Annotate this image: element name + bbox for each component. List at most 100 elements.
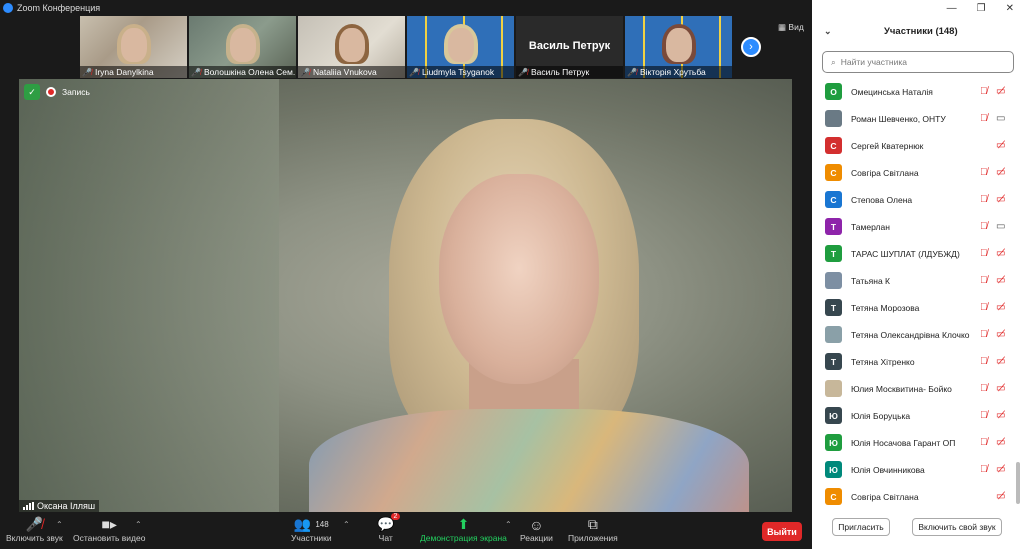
signal-strength-icon	[23, 502, 34, 510]
participant-thumbnail[interactable]: Василь Петрук 🎤̸ Василь Петрук	[516, 16, 623, 78]
video-off-icon: ▭̸	[996, 194, 1006, 205]
participant-row[interactable]: Т Тетяна Хітренко 🎙̸ ▭̸	[812, 348, 1024, 375]
video-off-icon: ▭̸	[996, 329, 1006, 340]
close-icon[interactable]: ✕	[1006, 3, 1014, 14]
video-off-icon: ▭̸	[996, 167, 1006, 178]
participant-row[interactable]: Юлия Москвитина- Бойко 🎙̸ ▭̸	[812, 375, 1024, 402]
participant-row[interactable]: О Омецинська Наталія 🎙̸ ▭̸	[812, 78, 1024, 105]
participant-row[interactable]: С Степова Олена 🎙̸ ▭̸	[812, 186, 1024, 213]
participant-row[interactable]: Тетяна Олександрівна Клочко 🎙̸ ▭̸	[812, 321, 1024, 348]
avatar: Ю	[825, 434, 842, 451]
video-off-icon: ▭̸	[996, 248, 1006, 259]
window-title: Zoom Конференция	[17, 3, 101, 13]
participant-row[interactable]: Татьяна К 🎙̸ ▭̸	[812, 267, 1024, 294]
reactions-button[interactable]: ☺ Реакции	[520, 516, 553, 544]
mic-off-icon: 🎤̸	[25, 516, 44, 532]
participant-name: Татьяна К	[851, 275, 891, 286]
participant-row[interactable]: Ю Юлія Носачова Гарант ОП 🎙̸ ▭̸	[812, 429, 1024, 456]
mic-muted-icon: 🎤̸	[300, 67, 310, 77]
meeting-toolbar: 🎤̸ Включить звук ⌃ ■▸ Остановить видео ⌃…	[0, 513, 812, 549]
avatar: Ю	[825, 461, 842, 478]
security-shield-icon[interactable]: ✓	[24, 84, 40, 100]
participant-name: Совгіра Світлана	[851, 167, 919, 178]
participant-row[interactable]: Ю Юлія Боруцька 🎙̸ ▭̸	[812, 402, 1024, 429]
participants-button[interactable]: 👥 148 Участники	[291, 516, 332, 543]
share-screen-icon: ⬆	[457, 516, 470, 532]
video-options-chevron-icon[interactable]: ⌃	[135, 520, 142, 529]
participant-thumbnail[interactable]: 🎤̸ Iryna Danylkina	[80, 16, 187, 78]
thumbnail-strip: 🎤̸ Iryna Danylkina 🎤̸ Волошкіна Олена Сем.…	[80, 16, 732, 78]
participant-row[interactable]: С Совгіра Світлана 🎙̸ ▭̸	[812, 159, 1024, 186]
chat-button[interactable]: 💬 2 Чат	[377, 513, 401, 543]
chat-unread-badge: 2	[390, 513, 401, 520]
mic-muted-icon: 🎙̸	[980, 221, 988, 232]
participant-row[interactable]: Т Тетяна Морозова 🎙̸ ▭̸	[812, 294, 1024, 321]
recording-indicator: ✓ Запись	[24, 84, 90, 100]
share-screen-button[interactable]: ⬆ Демонстрация экрана	[420, 516, 507, 543]
participant-name: Сергей Кватернюк	[851, 140, 924, 151]
invite-button[interactable]: Пригласить	[832, 518, 890, 536]
participants-options-chevron-icon[interactable]: ⌃	[343, 520, 350, 529]
video-off-icon: ▭̸	[996, 383, 1006, 394]
avatar: С	[825, 191, 842, 208]
video-on-icon: ▭	[996, 221, 1006, 232]
participant-row[interactable]: Т ТАРАС ШУПЛАТ (ЛДУБЖД) 🎙̸ ▭̸	[812, 240, 1024, 267]
participant-name: Тетяна Олександрівна Клочко	[851, 329, 970, 340]
next-page-button[interactable]: ›	[741, 37, 761, 57]
avatar: С	[825, 164, 842, 181]
audio-options-chevron-icon[interactable]: ⌃	[56, 520, 63, 529]
mic-muted-icon: 🎙̸	[980, 410, 988, 421]
avatar	[825, 272, 842, 289]
mic-muted-icon: 🎙̸	[980, 302, 988, 313]
avatar: С	[825, 488, 842, 505]
participant-name: Тетяна Морозова	[851, 302, 920, 313]
mic-muted-icon: 🎙̸	[980, 113, 988, 124]
participant-thumbnail[interactable]: 🎤̸ Волошкіна Олена Сем...	[189, 16, 296, 78]
avatar: Т	[825, 218, 842, 235]
mic-muted-icon: 🎤̸	[409, 67, 419, 77]
participants-icon: 👥	[293, 516, 312, 532]
video-off-icon: ▭̸	[996, 140, 1006, 151]
avatar: О	[825, 83, 842, 100]
participant-row[interactable]: Т Тамерлан 🎙̸ ▭	[812, 213, 1024, 240]
participant-name: Юлія Боруцька	[851, 410, 911, 421]
participant-thumbnail[interactable]: 🎤̸ Nataliia Vnukova	[298, 16, 405, 78]
maximize-icon[interactable]: ❐	[977, 3, 986, 14]
participant-thumbnail[interactable]: 🎤̸ Вікторія Хрутьба	[625, 16, 732, 78]
participant-row[interactable]: Роман Шевченко, ОНТУ 🎙̸ ▭	[812, 105, 1024, 132]
window-controls: — ❐ ✕	[812, 0, 1024, 16]
chevron-down-icon[interactable]: ⌄	[824, 26, 832, 37]
view-button[interactable]: ▦ Вид	[778, 22, 804, 33]
participant-name: Юлия Москвитина- Бойко	[851, 383, 952, 394]
video-camera-icon: ■▸	[101, 516, 117, 532]
participant-row[interactable]: С Совгіра Світлана ▭̸	[812, 483, 1024, 510]
speaker-name-tag: Оксана Ілляш	[19, 500, 100, 512]
participant-row[interactable]: С Сергей Кватернюк ▭̸	[812, 132, 1024, 159]
active-speaker-video	[19, 79, 792, 512]
scrollbar[interactable]	[1016, 462, 1020, 504]
mic-muted-icon: 🎙̸	[980, 248, 988, 259]
mic-muted-icon: 🎙̸	[980, 329, 988, 340]
apps-button[interactable]: ⧉ Приложения	[568, 516, 618, 543]
mic-muted-icon: 🎙̸	[980, 194, 988, 205]
minimize-icon[interactable]: —	[947, 3, 957, 14]
unmute-button[interactable]: 🎤̸ Включить звук	[6, 516, 63, 543]
participant-search-input[interactable]: ⌕ Найти участника	[822, 51, 1014, 73]
apps-grid-icon: ⧉	[587, 516, 598, 532]
share-options-chevron-icon[interactable]: ⌃	[505, 520, 512, 529]
mic-muted-icon: 🎙̸	[980, 86, 988, 97]
participant-thumbnail[interactable]: 🎤̸ Liudmyla Tsyganok	[407, 16, 514, 78]
mic-muted-icon: 🎙̸	[980, 383, 988, 394]
leave-button[interactable]: Выйти	[762, 522, 802, 541]
video-off-icon: ▭̸	[996, 437, 1006, 448]
video-off-icon: ▭̸	[996, 275, 1006, 286]
avatar	[825, 380, 842, 397]
video-off-icon: ▭̸	[996, 464, 1006, 475]
participant-row[interactable]: Ю Юлія Овчинникова 🎙̸ ▭̸	[812, 456, 1024, 483]
video-off-icon: ▭̸	[996, 86, 1006, 97]
unmute-me-button[interactable]: Включить свой звук	[912, 518, 1002, 536]
participant-list: О Омецинська Наталія 🎙̸ ▭̸ Роман Шевченко, О…	[812, 78, 1024, 510]
participant-name: Омецинська Наталія	[851, 86, 933, 97]
avatar: Т	[825, 353, 842, 370]
avatar	[825, 110, 842, 127]
